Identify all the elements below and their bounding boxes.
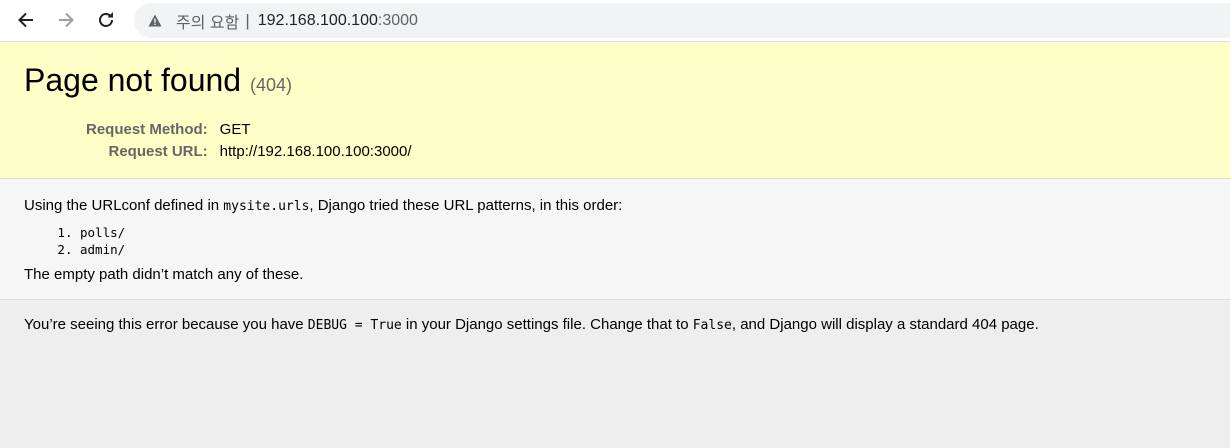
request-meta-table: Request Method: GET Request URL: http://… (86, 119, 412, 163)
request-method-label: Request Method: (86, 121, 208, 138)
reload-icon (99, 12, 113, 27)
status-code: (404) (249, 75, 292, 95)
arrow-right-icon (59, 12, 74, 28)
arrow-left-icon (18, 12, 33, 28)
address-bar[interactable]: 주의 요함 | 192.168.100.100:3000 (134, 3, 1230, 38)
url-pattern-item: admin/ (80, 241, 1206, 258)
explanation-text: You’re seeing this error because you hav… (24, 314, 1206, 337)
back-button[interactable] (12, 6, 40, 34)
request-method-row: Request Method: GET (86, 119, 412, 141)
url-pattern-list: polls/ admin/ (24, 224, 1206, 258)
explanation-part: , and Django will display a standard 404… (731, 316, 1039, 333)
debug-explanation: You’re seeing this error because you hav… (0, 300, 1230, 351)
forward-button[interactable] (52, 6, 80, 34)
url-port[interactable]: :3000 (378, 12, 418, 30)
browser-toolbar: 주의 요함 | 192.168.100.100:3000 (0, 0, 1230, 42)
explanation-part: You’re seeing this error because you hav… (24, 316, 308, 333)
urlconf-intro: Using the URLconf defined in mysite.urls… (24, 195, 1206, 218)
intro-text-after: , Django tried these URL patterns, in th… (309, 197, 623, 214)
request-method-value: GET (219, 121, 251, 138)
url-separator: | (245, 10, 250, 30)
error-summary: Page not found (404) Request Method: GET… (0, 42, 1230, 179)
security-warning-text[interactable]: 주의 요함 (176, 9, 239, 33)
urlconf-name: mysite.urls (223, 199, 310, 214)
warning-icon[interactable] (148, 13, 164, 29)
explanation-part: in your Django settings file. Change tha… (401, 316, 693, 333)
url-host[interactable]: 192.168.100.100 (258, 12, 378, 30)
debug-setting-code: DEBUG = True (307, 318, 402, 333)
no-match-message: The empty path didn’t match any of these… (24, 266, 304, 283)
false-code: False (692, 318, 732, 333)
request-url-value: http://192.168.100.100:3000/ (219, 143, 412, 160)
request-url-label: Request URL: (108, 143, 208, 160)
urlconf-info: Using the URLconf defined in mysite.urls… (0, 179, 1230, 300)
page-title-text: Page not found (24, 62, 242, 98)
request-url-row: Request URL: http://192.168.100.100:3000… (86, 141, 412, 163)
page-title: Page not found (404) (24, 60, 1206, 105)
reload-button[interactable] (92, 6, 120, 34)
intro-text: Using the URLconf defined in (24, 197, 224, 214)
url-pattern-item: polls/ (80, 224, 1206, 241)
